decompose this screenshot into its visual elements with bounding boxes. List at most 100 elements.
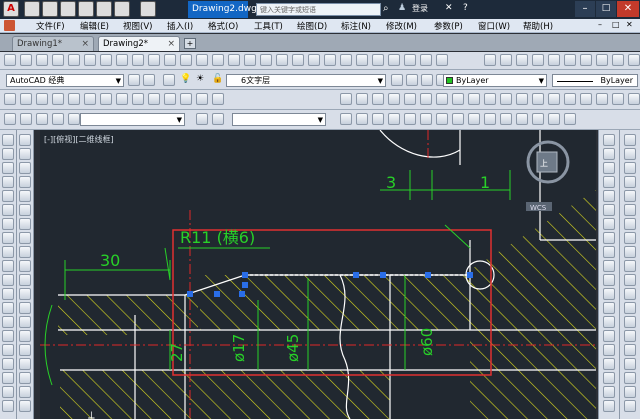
palette-tool-icon[interactable] [603,246,615,258]
palette-tool-icon[interactable] [624,344,636,356]
tab-close-icon[interactable]: × [81,37,89,51]
color-select[interactable]: ByLayer ▼ [443,74,547,87]
toolbar-button-icon[interactable] [404,54,416,66]
toolbar-button-icon[interactable] [212,93,224,105]
toolbar-button-icon[interactable] [612,93,624,105]
menu-restore-icon[interactable]: □ [612,20,620,29]
menu-file[interactable]: 文件(F) [36,20,65,32]
palette-tool-icon[interactable] [2,246,14,258]
toolbar-button-icon[interactable] [548,54,560,66]
toolbar-button-icon[interactable] [148,54,160,66]
toolbar-button-icon[interactable] [500,113,512,125]
palette-tool-icon[interactable] [603,148,615,160]
toolbar-button-icon[interactable] [68,113,80,125]
new-tab-button[interactable]: + [184,38,196,49]
toolbar-button-icon[interactable] [484,93,496,105]
workspace-settings-icon[interactable] [128,74,140,86]
toolbar-button-icon[interactable] [420,113,432,125]
palette-tool-icon[interactable] [603,134,615,146]
toolbar-button-icon[interactable] [116,93,128,105]
toolbar-button-icon[interactable] [260,54,272,66]
drawing-canvas[interactable]: 30 R11 (横6) 3 1 ø17 ø45 ø60 27 上 WCS ⟂ [40,130,596,419]
toolbar-button-icon[interactable] [180,93,192,105]
palette-tool-icon[interactable] [603,316,615,328]
toolbar-button-icon[interactable] [532,54,544,66]
toolbar-button-icon[interactable] [84,54,96,66]
toolbar-button-icon[interactable] [244,54,256,66]
toolbar-button-icon[interactable] [308,54,320,66]
toolbar-button-icon[interactable] [180,54,192,66]
palette-tool-icon[interactable] [2,330,14,342]
palette-tool-icon[interactable] [2,372,14,384]
toolbar-button-icon[interactable] [580,54,592,66]
minimize-button[interactable]: – [575,1,595,17]
visual-style-select[interactable]: ▼ [80,113,185,126]
toolbar-button-icon[interactable] [164,54,176,66]
palette-tool-icon[interactable] [603,176,615,188]
toolbar-button-icon[interactable] [356,113,368,125]
toolbar-button-icon[interactable] [548,113,560,125]
exchange-icon[interactable]: ✕ [445,3,457,15]
palette-tool-icon[interactable] [2,302,14,314]
palette-tool-icon[interactable] [624,400,636,412]
palette-tool-icon[interactable] [19,218,31,230]
palette-tool-icon[interactable] [19,372,31,384]
palette-tool-icon[interactable] [2,204,14,216]
palette-tool-icon[interactable] [603,260,615,272]
palette-tool-icon[interactable] [19,134,31,146]
close-button[interactable]: ✕ [617,1,639,17]
help-icon[interactable]: ? [463,3,475,15]
palette-tool-icon[interactable] [2,134,14,146]
toolbar-button-icon[interactable] [340,93,352,105]
toolbar-button-icon[interactable] [532,113,544,125]
palette-tool-icon[interactable] [2,358,14,370]
palette-tool-icon[interactable] [624,176,636,188]
toolbar-button-icon[interactable] [36,113,48,125]
palette-tool-icon[interactable] [624,190,636,202]
menu-help[interactable]: 帮助(H) [523,20,553,32]
toolbar-button-icon[interactable] [340,54,352,66]
palette-tool-icon[interactable] [19,148,31,160]
redo-icon[interactable] [140,1,156,17]
toolbar-button-icon[interactable] [564,93,576,105]
linetype-select[interactable]: ByLayer [552,74,638,87]
palette-tool-icon[interactable] [2,218,14,230]
palette-tool-icon[interactable] [19,232,31,244]
palette-tool-icon[interactable] [603,372,615,384]
menu-dimension[interactable]: 标注(N) [341,20,371,32]
toolbar-button-icon[interactable] [356,93,368,105]
palette-tool-icon[interactable] [624,218,636,230]
tab-close-icon[interactable]: × [167,37,175,51]
palette-tool-icon[interactable] [624,316,636,328]
menu-draw[interactable]: 绘图(D) [297,20,327,32]
app-logo-icon[interactable]: A [3,1,19,17]
toolbar-button-icon[interactable] [436,54,448,66]
toolbar-button-icon[interactable] [228,54,240,66]
palette-tool-icon[interactable] [603,358,615,370]
toolbar-button-icon[interactable] [388,54,400,66]
palette-tool-icon[interactable] [624,232,636,244]
toolbar-button-icon[interactable] [468,113,480,125]
toolbar-button-icon[interactable] [212,54,224,66]
toolbar-button-icon[interactable] [628,93,640,105]
toolbar-button-icon[interactable] [196,93,208,105]
toolbar-button-icon[interactable] [292,54,304,66]
toolbar-button-icon[interactable] [500,54,512,66]
toolbar-button-icon[interactable] [404,113,416,125]
toolbar-button-icon[interactable] [388,113,400,125]
open-file-icon[interactable] [42,1,58,17]
toolbar-button-icon[interactable] [452,113,464,125]
palette-tool-icon[interactable] [19,358,31,370]
palette-tool-icon[interactable] [2,232,14,244]
layer-select[interactable]: 6文字层 ▼ [226,74,386,87]
palette-tool-icon[interactable] [603,218,615,230]
toolbar-button-icon[interactable] [452,93,464,105]
new-file-icon[interactable] [24,1,40,17]
toolbar-button-icon[interactable] [68,54,80,66]
toolbar-button-icon[interactable] [516,93,528,105]
toolbar-button-icon[interactable] [116,54,128,66]
palette-tool-icon[interactable] [624,386,636,398]
palette-tool-icon[interactable] [19,190,31,202]
palette-tool-icon[interactable] [2,190,14,202]
menu-tools[interactable]: 工具(T) [254,20,283,32]
